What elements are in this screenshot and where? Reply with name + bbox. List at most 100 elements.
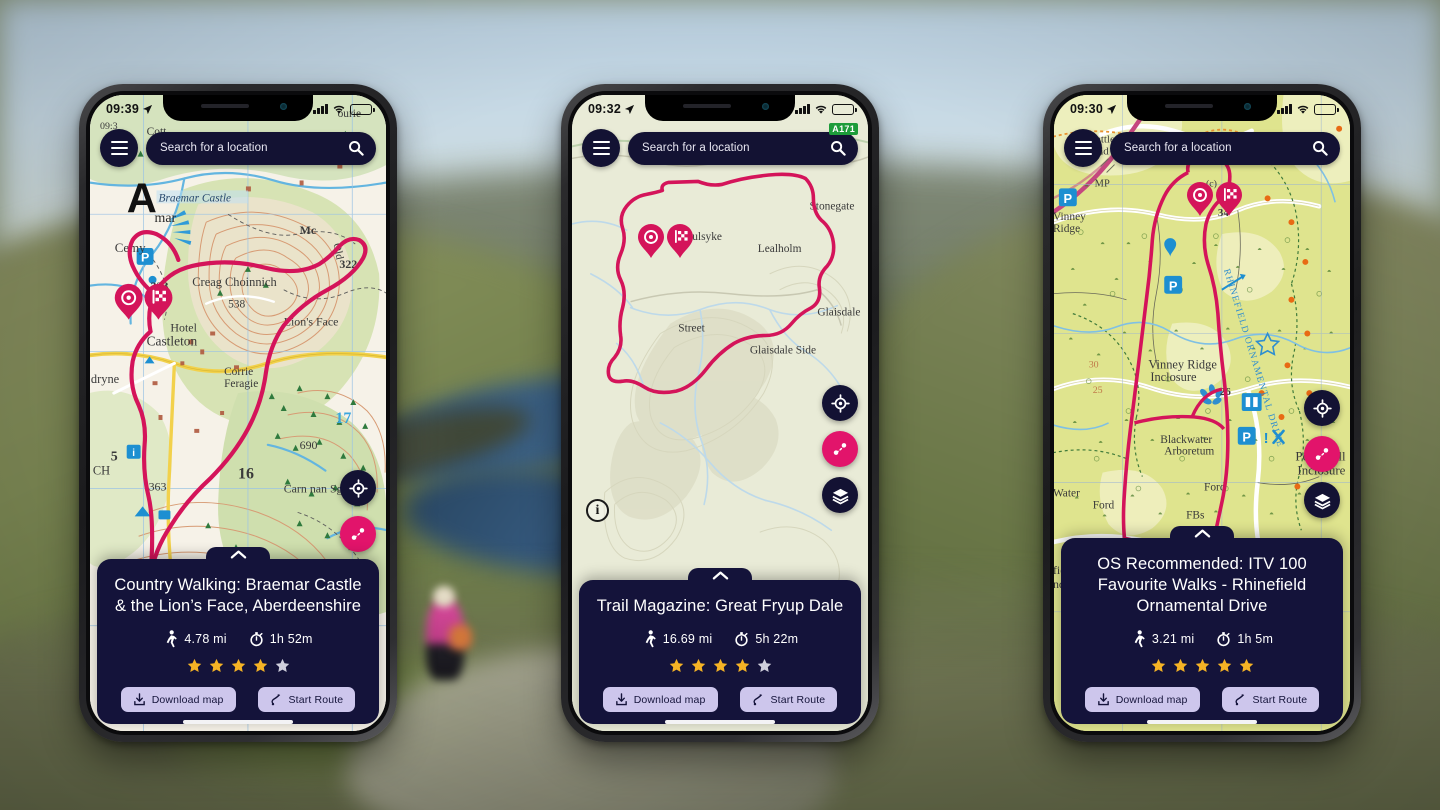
phone-3-bezel: P P P ! Cattle MP Vinney Ridge (c) 34 Vi… <box>1050 91 1354 735</box>
star-filled-icon <box>1195 658 1209 672</box>
download-map-label: Download map <box>1115 693 1188 706</box>
svg-text:P: P <box>1169 278 1178 293</box>
svg-text:Ridge: Ridge <box>1054 223 1080 235</box>
route-squiggle-icon <box>1234 694 1244 706</box>
hamburger-menu-icon[interactable] <box>582 129 620 167</box>
stopwatch-icon <box>735 632 748 647</box>
card-expand-handle[interactable] <box>1170 525 1234 544</box>
svg-text:30: 30 <box>1089 359 1099 370</box>
wifi-icon <box>1297 105 1309 114</box>
search-icon[interactable] <box>1312 140 1328 156</box>
route-title: Country Walking: Braemar Castle & the Li… <box>114 575 362 615</box>
download-icon <box>1097 693 1109 706</box>
route-button[interactable] <box>1304 436 1340 472</box>
svg-text:Glaisdale: Glaisdale <box>817 307 860 319</box>
start-route-button[interactable]: Start Route <box>739 687 838 712</box>
search-icon[interactable] <box>348 140 364 156</box>
walker-icon <box>167 630 178 648</box>
home-indicator[interactable] <box>665 720 775 724</box>
home-indicator[interactable] <box>183 720 293 724</box>
map-info-button[interactable]: i <box>586 499 609 522</box>
phone-1-bezel: P i Cott ourie 09:3 Braemar Castle Cemy … <box>86 91 390 735</box>
route-button[interactable] <box>822 431 858 467</box>
layers-icon <box>832 488 848 504</box>
card-expand-handle[interactable] <box>206 546 270 565</box>
star-filled-icon <box>253 658 267 672</box>
duration-value: 5h 22m <box>755 632 799 646</box>
svg-text:Lealholm: Lealholm <box>758 243 802 255</box>
svg-text:Castleton: Castleton <box>147 333 198 348</box>
chevron-up-icon <box>230 550 246 559</box>
stopwatch-icon <box>1217 632 1230 647</box>
route-button[interactable] <box>340 516 376 552</box>
phone-3-route-markers <box>1183 181 1249 222</box>
phone-2-route-card[interactable]: Trail Magazine: Great Fryup Dale 16.69 m… <box>579 567 861 724</box>
front-camera <box>280 103 287 110</box>
wifi-icon <box>333 105 345 114</box>
svg-text:363: 363 <box>149 480 167 494</box>
start-route-button[interactable]: Start Route <box>257 687 356 712</box>
wifi-icon <box>815 105 827 114</box>
svg-text:Blackwater: Blackwater <box>1160 434 1212 446</box>
card-expand-handle[interactable] <box>688 567 752 586</box>
road-shield-label: A171 <box>829 123 858 135</box>
phone-2-route-markers <box>634 223 700 264</box>
earpiece-speaker <box>201 104 249 108</box>
phone-2-notch <box>645 95 795 121</box>
search-input[interactable]: Search for a location <box>146 131 376 165</box>
locate-me-button[interactable] <box>822 385 858 421</box>
phone-3-notch <box>1127 95 1277 121</box>
search-input[interactable]: Search for a location <box>1110 131 1340 165</box>
start-route-label: Start Route <box>288 693 344 706</box>
svg-text:Glaisdale Side: Glaisdale Side <box>750 344 816 356</box>
hamburger-menu-icon[interactable] <box>1064 129 1102 167</box>
route-title: Trail Magazine: Great Fryup Dale <box>596 596 844 615</box>
rating-stars <box>1073 658 1331 673</box>
svg-text:Water: Water <box>1054 487 1080 499</box>
star-filled-icon <box>231 658 245 672</box>
phone-2-screen: Stonegate Houlsyke Lealholm Glaisdale Gl… <box>572 95 868 731</box>
star-filled-icon <box>669 658 683 672</box>
location-arrow-icon <box>1106 104 1117 114</box>
distance-value: 16.69 mi <box>662 632 713 646</box>
battery-icon <box>350 103 375 115</box>
hamburger-menu-icon[interactable] <box>100 129 138 167</box>
svg-text:Street: Street <box>678 323 705 335</box>
route-stats: 3.21 mi 1h 5m <box>1073 630 1331 648</box>
phone-3-screen: P P P ! Cattle MP Vinney Ridge (c) 34 Vi… <box>1054 95 1350 731</box>
locate-me-button[interactable] <box>1304 390 1340 426</box>
rating-stars <box>109 658 367 673</box>
map-layers-button[interactable] <box>822 477 858 513</box>
phone-3: P P P ! Cattle MP Vinney Ridge (c) 34 Vi… <box>1043 84 1361 742</box>
home-indicator[interactable] <box>1147 720 1257 724</box>
search-placeholder: Search for a location <box>1124 142 1232 154</box>
route-stats: 4.78 mi 1h 52m <box>109 630 367 648</box>
search-placeholder: Search for a location <box>160 142 268 154</box>
route-icon <box>1315 448 1329 460</box>
start-route-button[interactable]: Start Route <box>1221 687 1320 712</box>
svg-text:5: 5 <box>111 450 118 465</box>
star-filled-icon <box>735 658 749 672</box>
map-layers-button[interactable] <box>1304 482 1340 518</box>
search-input[interactable]: Search for a location <box>628 131 858 165</box>
download-map-button[interactable]: Download map <box>602 687 718 712</box>
route-squiggle-icon <box>752 694 762 706</box>
star-filled-icon <box>1217 658 1231 672</box>
route-icon <box>833 443 847 455</box>
download-map-button[interactable]: Download map <box>120 687 236 712</box>
phone-1-route-card[interactable]: Country Walking: Braemar Castle & the Li… <box>97 546 379 724</box>
svg-text:CH: CH <box>93 464 110 478</box>
start-route-label: Start Route <box>1252 693 1308 706</box>
svg-text:A: A <box>127 174 157 221</box>
phone-3-route-card[interactable]: OS Recommended: ITV 100 Favourite Walks … <box>1061 525 1343 724</box>
route-actions: Download map Start Route <box>591 687 849 712</box>
locate-me-button[interactable] <box>340 470 376 506</box>
start-route-label: Start Route <box>770 693 826 706</box>
crosshair-icon <box>1312 398 1332 418</box>
chevron-up-icon <box>712 571 728 580</box>
download-map-button[interactable]: Download map <box>1084 687 1200 712</box>
phone-1-notch <box>163 95 313 121</box>
route-stats: 16.69 mi 5h 22m <box>591 630 849 648</box>
svg-text:P: P <box>1242 429 1251 444</box>
search-icon[interactable] <box>830 140 846 156</box>
